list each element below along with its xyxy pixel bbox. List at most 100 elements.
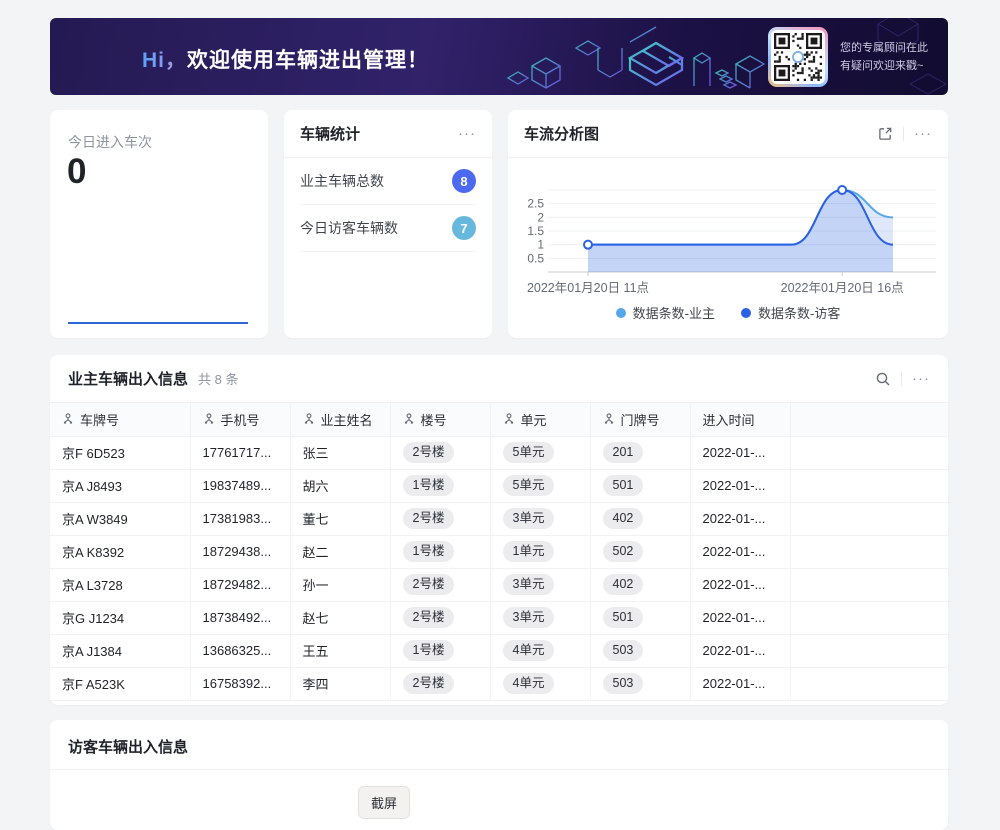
column-header[interactable]: 门牌号 [590, 403, 690, 436]
today-entries-value: 0 [67, 152, 86, 192]
today-entries-card: 今日进入车次 0 [50, 110, 268, 338]
today-entries-baseline [68, 322, 248, 324]
owner-table-card: 业主车辆出入信息 共 8 条 ··· 车牌号 手机号 业主姓名 楼号 单元 门牌… [50, 355, 948, 705]
table-cell: 京A K8392 [50, 535, 190, 568]
table-cell [790, 601, 948, 634]
qr-caption: 您的专属顾问在此 有疑问欢迎来戳~ [840, 39, 928, 75]
table-cell: 董七 [290, 502, 390, 535]
table-cell: 京F 6D523 [50, 436, 190, 469]
table-cell: 17761717... [190, 436, 290, 469]
table-cell: 4单元 [490, 667, 590, 700]
traffic-chart-card: 车流分析图 ··· 0.511.522.52022年01月20日 11点2022… [508, 110, 948, 338]
owner-table-title: 业主车辆出入信息 [68, 368, 188, 389]
table-cell: 1号楼 [390, 535, 490, 568]
table-cell: 赵二 [290, 535, 390, 568]
table-cell: 17381983... [190, 502, 290, 535]
traffic-chart[interactable]: 0.511.522.52022年01月20日 11点2022年01月20日 16… [508, 160, 948, 300]
table-cell: 3单元 [490, 601, 590, 634]
qr-panel: 您的专属顾问在此 有疑问欢迎来戳~ [768, 27, 928, 87]
table-row[interactable]: 京A K839218729438...赵二1号楼1单元5022022-01-..… [50, 535, 948, 568]
column-header[interactable]: 楼号 [390, 403, 490, 436]
table-cell: 2022-01-... [690, 667, 790, 700]
table-cell: 2号楼 [390, 667, 490, 700]
table-cell: 402 [590, 502, 690, 535]
table-cell: 京A L3728 [50, 568, 190, 601]
welcome-banner: Hi，欢迎使用车辆进出管理！ 您的专属顾问在此 有疑问欢迎来戳~ [50, 18, 948, 95]
stat-label: 今日访客车辆数 [300, 218, 398, 238]
table-cell [790, 436, 948, 469]
owner-table: 车牌号 手机号 业主姓名 楼号 单元 门牌号进入时间 京F 6D52317761… [50, 403, 948, 701]
table-cell: 2号楼 [390, 502, 490, 535]
table-cell: 2022-01-... [690, 535, 790, 568]
chart-legend: 数据条数-业主 数据条数-访客 [508, 303, 948, 322]
stat-value-badge: 7 [452, 216, 476, 240]
table-row[interactable]: 京F A523K16758392...李四2号楼4单元5032022-01-..… [50, 667, 948, 700]
stat-label: 业主车辆总数 [300, 171, 384, 191]
vehicle-stats-card: 车辆统计 ··· 业主车辆总数 8今日访客车辆数 7 [284, 110, 492, 338]
banner-greeting-hi: Hi， [142, 49, 187, 72]
stat-row: 今日访客车辆数 7 [300, 205, 476, 252]
stat-value-badge: 8 [452, 169, 476, 193]
qr-caption-line1: 您的专属顾问在此 [840, 39, 928, 57]
column-header[interactable]: 进入时间 [690, 403, 790, 436]
table-cell: 2号楼 [390, 601, 490, 634]
divider [903, 127, 904, 141]
table-cell: 京G J1234 [50, 601, 190, 634]
screenshot-button[interactable]: 截屏 [358, 786, 410, 819]
table-row[interactable]: 京F 6D52317761717...张三2号楼5单元2012022-01-..… [50, 436, 948, 469]
legend-item[interactable]: 数据条数-业主 [616, 303, 715, 322]
table-cell: 201 [590, 436, 690, 469]
table-cell: 京A W3849 [50, 502, 190, 535]
table-row[interactable]: 京A J138413686325...王五1号楼4单元5032022-01-..… [50, 634, 948, 667]
table-cell: 2022-01-... [690, 502, 790, 535]
column-header[interactable]: 业主姓名 [290, 403, 390, 436]
table-cell: 19837489... [190, 469, 290, 502]
table-row[interactable]: 京G J123418738492...赵七2号楼3单元5012022-01-..… [50, 601, 948, 634]
search-icon[interactable] [875, 371, 891, 387]
table-cell: 2号楼 [390, 568, 490, 601]
owner-table-count: 共 8 条 [198, 369, 238, 388]
table-cell: 13686325... [190, 634, 290, 667]
today-entries-title: 今日进入车次 [68, 132, 152, 152]
table-cell: 孙一 [290, 568, 390, 601]
column-header[interactable]: 手机号 [190, 403, 290, 436]
table-cell: 2022-01-... [690, 469, 790, 502]
column-header[interactable]: 车牌号 [50, 403, 190, 436]
table-cell: 2号楼 [390, 436, 490, 469]
table-cell: 502 [590, 535, 690, 568]
table-cell: 4单元 [490, 634, 590, 667]
table-cell: 1单元 [490, 535, 590, 568]
legend-dot [616, 308, 626, 318]
table-row[interactable]: 京A J849319837489...胡六1号楼5单元5012022-01-..… [50, 469, 948, 502]
svg-text:2: 2 [537, 210, 544, 224]
table-cell: 张三 [290, 436, 390, 469]
banner-title: Hi，欢迎使用车辆进出管理！ [142, 44, 429, 74]
table-cell: 京A J8493 [50, 469, 190, 502]
column-header[interactable] [790, 403, 948, 436]
stat-row: 业主车辆总数 8 [300, 158, 476, 205]
table-row[interactable]: 京A L372818729482...孙一2号楼3单元4022022-01-..… [50, 568, 948, 601]
table-cell: 503 [590, 634, 690, 667]
traffic-chart-title: 车流分析图 [524, 123, 599, 144]
table-cell: 赵七 [290, 601, 390, 634]
expand-icon[interactable] [878, 126, 893, 141]
qr-code[interactable] [768, 27, 828, 87]
more-icon[interactable]: ··· [914, 126, 932, 141]
more-icon[interactable]: ··· [912, 371, 930, 386]
visitor-table-card: 访客车辆出入信息 截屏 [50, 720, 948, 830]
legend-dot [741, 308, 751, 318]
table-row[interactable]: 京A W384917381983...董七2号楼3单元4022022-01-..… [50, 502, 948, 535]
table-cell: 3单元 [490, 568, 590, 601]
legend-item[interactable]: 数据条数-访客 [741, 303, 840, 322]
table-cell [790, 469, 948, 502]
table-cell: 5单元 [490, 436, 590, 469]
table-cell: 王五 [290, 634, 390, 667]
table-cell: 京F A523K [50, 667, 190, 700]
column-header[interactable]: 单元 [490, 403, 590, 436]
svg-text:2022年01月20日 16点: 2022年01月20日 16点 [781, 281, 904, 295]
table-cell: 18738492... [190, 601, 290, 634]
svg-text:1: 1 [537, 238, 544, 252]
table-cell: 18729482... [190, 568, 290, 601]
divider [901, 372, 902, 386]
more-icon[interactable]: ··· [458, 126, 476, 141]
